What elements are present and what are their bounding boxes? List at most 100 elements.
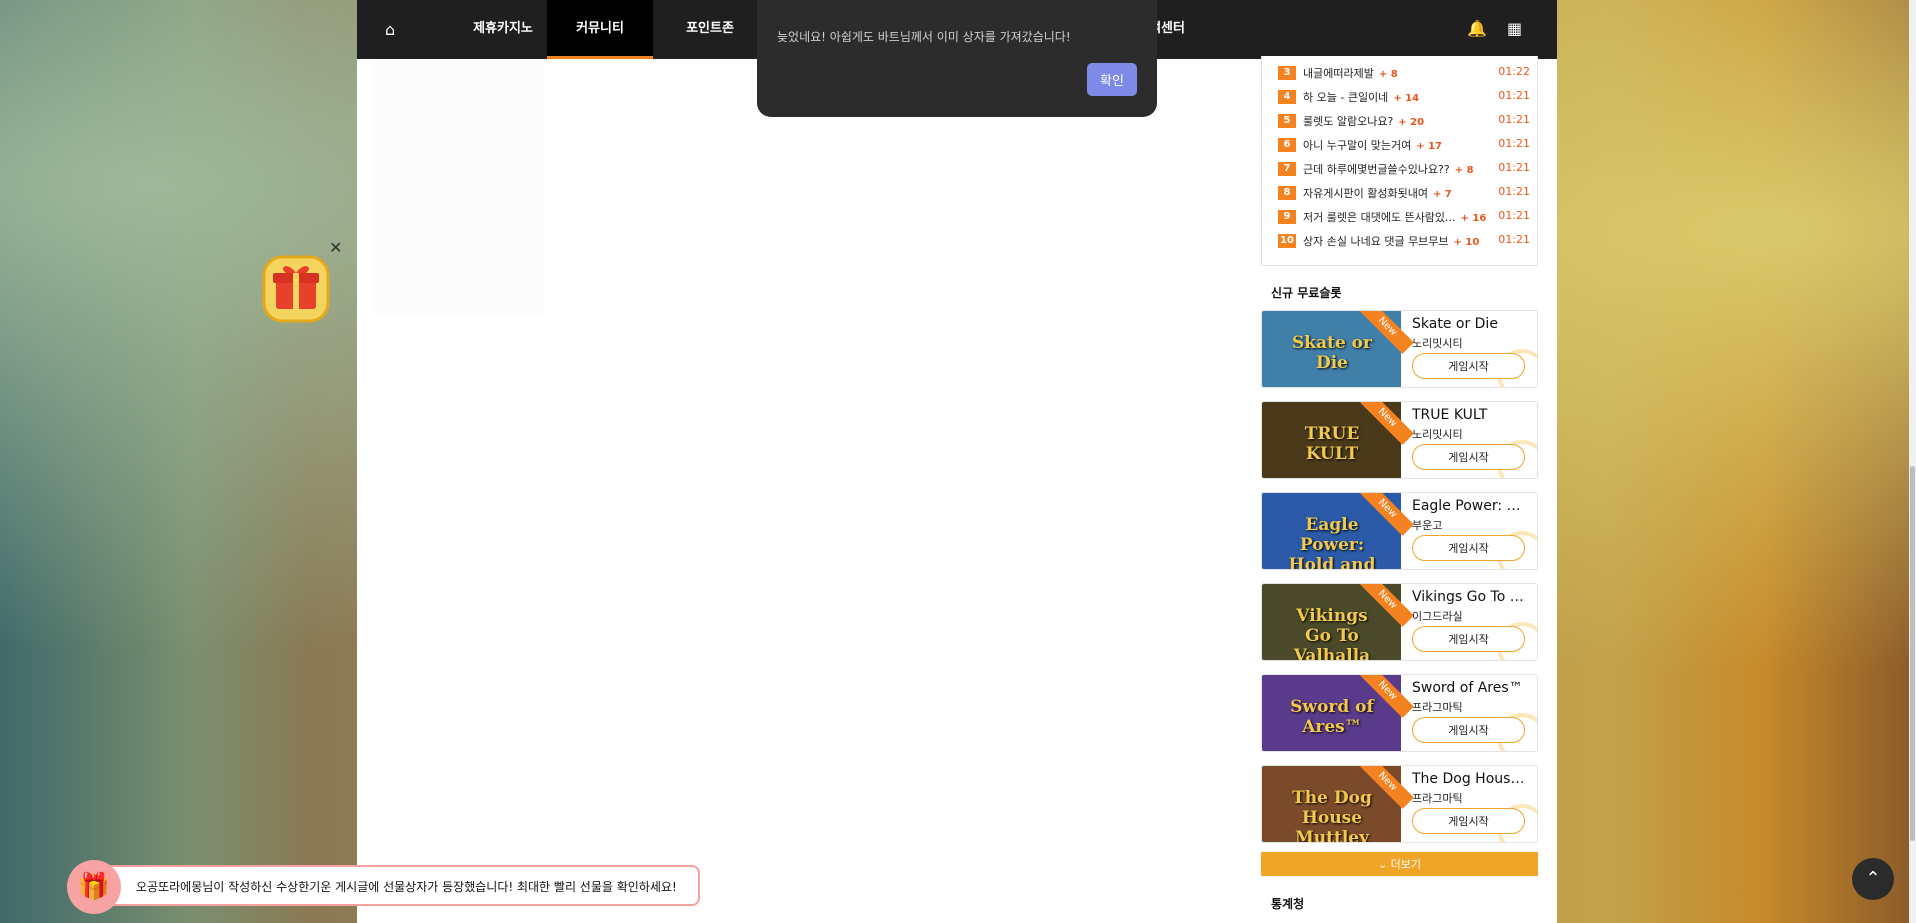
gift-icon: 🎁 <box>67 860 121 914</box>
slot-name: Sword of Ares™ <box>1412 680 1523 696</box>
slot-name: TRUE KULT <box>1412 407 1488 423</box>
rank-number: 9 <box>1278 210 1296 224</box>
slot-card[interactable]: Sword of Ares™ New Sword of Ares™ 프라그마틱 … <box>1261 674 1538 752</box>
alert-dialog: 늦었네요! 아쉽게도 바트님께서 이미 상자를 가져갔습니다! 확인 <box>757 0 1157 117</box>
post-title: 자유게시판이 활성화됫내여 <box>1303 187 1428 200</box>
slot-provider: 프라그마틱 <box>1412 701 1463 714</box>
comment-count: + 10 <box>1453 237 1480 248</box>
home-icon[interactable]: ⌂ <box>385 20 395 39</box>
nav-item-partner-casino[interactable]: 제휴카지노 <box>447 0 559 59</box>
post-title: 하 오늘 - 큰일이네 <box>1303 91 1389 104</box>
post-time: 01:21 <box>1498 233 1530 246</box>
post-title: 저거 룰렛은 대댓에도 뜬사람있... <box>1303 211 1456 224</box>
scrollbar-thumb[interactable] <box>1910 466 1915 841</box>
slot-thumbnail[interactable]: Vikings Go To Valhalla New <box>1262 584 1414 661</box>
rank-number: 8 <box>1278 186 1296 200</box>
play-game-button[interactable]: 게임시작 <box>1412 444 1525 470</box>
list-item[interactable]: 7 근데 하루에몇번글쓸수있나요?? + 8 01:21 <box>1278 158 1530 178</box>
rank-number: 3 <box>1278 66 1296 80</box>
comment-count: + 7 <box>1432 189 1452 200</box>
slot-thumbnail-title: The Dog House Muttley Crew <box>1292 788 1372 843</box>
slot-name: The Dog House Muttley Crew <box>1412 771 1530 787</box>
alert-message: 늦었네요! 아쉽게도 바트님께서 이미 상자를 가져갔습니다! <box>777 30 1071 44</box>
slot-provider: 노리밋시티 <box>1412 428 1463 441</box>
comment-count: + 20 <box>1398 117 1425 128</box>
slot-thumbnail[interactable]: The Dog House Muttley Crew New <box>1262 766 1414 843</box>
rank-number: 6 <box>1278 138 1296 152</box>
statistics-title: 통계청 <box>1271 897 1305 911</box>
new-slots-title: 신규 무료슬롯 <box>1271 286 1342 300</box>
post-title: 상자 손실 나네요 댓글 무브무브 <box>1303 235 1449 248</box>
scroll-to-top-button[interactable]: ⌃ <box>1852 858 1894 900</box>
play-game-button[interactable]: 게임시작 <box>1412 353 1525 379</box>
slot-thumbnail-title: Sword of Ares™ <box>1290 697 1374 737</box>
list-item[interactable]: 5 룰렛도 알람오나요? + 20 01:21 <box>1278 110 1530 130</box>
close-icon[interactable]: ✕ <box>329 238 342 257</box>
nav-item-point-zone[interactable]: 포인트존 <box>663 0 757 59</box>
empty-content-area <box>373 60 543 315</box>
list-item[interactable]: 9 저거 룰렛은 대댓에도 뜬사람있... + 16 01:21 <box>1278 206 1530 226</box>
post-time: 01:21 <box>1498 113 1530 126</box>
gift-notification-toast[interactable]: 오공또라에몽님이 작성하신 수상한기운 게시글에 선물상자가 등장했습니다! 최… <box>104 865 700 906</box>
post-title: 룰렛도 알람오나요? <box>1303 115 1394 128</box>
nav-item-community[interactable]: 커뮤니티 <box>547 0 653 59</box>
post-time: 01:21 <box>1498 209 1530 222</box>
post-time: 01:21 <box>1498 185 1530 198</box>
slot-name: Skate or Die <box>1412 316 1498 332</box>
slot-card[interactable]: The Dog House Muttley Crew New The Dog H… <box>1261 765 1538 843</box>
post-time: 01:21 <box>1498 137 1530 150</box>
slot-provider: 부운고 <box>1412 519 1443 532</box>
post-time: 01:22 <box>1498 65 1530 78</box>
slot-card[interactable]: Eagle Power: Hold and Win New Eagle Powe… <box>1261 492 1538 570</box>
comment-count: + 17 <box>1416 141 1442 152</box>
toast-message: 오공또라에몽님이 작성하신 수상한기운 게시글에 선물상자가 등장했습니다! 최… <box>136 880 677 894</box>
slot-thumbnail-title: Eagle Power: Hold and Win <box>1288 515 1376 570</box>
list-item[interactable]: 4 하 오늘 - 큰일이네 + 14 01:21 <box>1278 86 1530 106</box>
comment-count: + 8 <box>1454 165 1474 176</box>
more-button-label: 더보기 <box>1390 858 1422 871</box>
post-title: 아니 누구말이 맞는거여 <box>1303 139 1412 152</box>
slot-name: Eagle Power: Hold and Win <box>1412 498 1530 514</box>
post-title: 근데 하루에몇번글쓸수있나요?? <box>1303 163 1450 176</box>
rank-number: 7 <box>1278 162 1296 176</box>
slot-provider: 이그드라실 <box>1412 610 1463 623</box>
rank-number: 4 <box>1278 90 1296 104</box>
chevron-up-icon: ⌃ <box>1865 868 1881 889</box>
slot-thumbnail-title: Skate or Die <box>1292 333 1372 373</box>
slot-provider: 프라그마틱 <box>1412 792 1463 805</box>
comment-count: + 8 <box>1378 69 1398 80</box>
bell-icon[interactable]: 🔔 <box>1467 19 1487 38</box>
play-game-button[interactable]: 게임시작 <box>1412 535 1525 561</box>
comment-count: + 16 <box>1460 213 1487 224</box>
more-button[interactable]: ⌄ 더보기 <box>1261 852 1538 876</box>
slot-thumbnail[interactable]: Sword of Ares™ New <box>1262 675 1414 751</box>
post-time: 01:21 <box>1498 161 1530 174</box>
slot-name: Vikings Go To Valhalla <box>1412 589 1530 605</box>
slot-provider: 노리밋시티 <box>1412 337 1463 350</box>
play-game-button[interactable]: 게임시작 <box>1412 808 1525 834</box>
list-item[interactable]: 10 상자 손실 나네요 댓글 무브무브 + 10 01:21 <box>1278 230 1530 250</box>
slot-card[interactable]: Skate or Die New Skate or Die 노리밋시티 게임시작 <box>1261 310 1538 388</box>
slot-card[interactable]: Vikings Go To Valhalla New Vikings Go To… <box>1261 583 1538 661</box>
slot-thumbnail[interactable]: TRUE KULT New <box>1262 402 1414 478</box>
ok-button[interactable]: 확인 <box>1087 63 1137 96</box>
list-item[interactable]: 6 아니 누구말이 맞는거여 + 17 01:21 <box>1278 134 1530 154</box>
slot-thumbnail[interactable]: Eagle Power: Hold and Win New <box>1262 493 1414 570</box>
list-item[interactable]: 8 자유게시판이 활성화됫내여 + 7 01:21 <box>1278 182 1530 202</box>
rank-number: 10 <box>1278 234 1296 248</box>
slot-thumbnail[interactable]: Skate or Die New <box>1262 311 1414 387</box>
play-game-button[interactable]: 게임시작 <box>1412 626 1525 652</box>
gift-icon[interactable] <box>260 253 332 325</box>
slot-thumbnail-title: TRUE KULT <box>1304 424 1360 464</box>
post-time: 01:21 <box>1498 89 1530 102</box>
chevron-down-icon: ⌄ <box>1377 858 1391 871</box>
post-title: 내글에떠라제발 <box>1303 67 1374 80</box>
slot-thumbnail-title: Vikings Go To Valhalla <box>1293 606 1371 661</box>
play-game-button[interactable]: 게임시작 <box>1412 717 1525 743</box>
rank-number: 5 <box>1278 114 1296 128</box>
popular-posts-ranking: 3 내글에떠라제발 + 8 01:22 4 하 오늘 - 큰일이네 + 14 01:… <box>1261 56 1538 266</box>
comment-count: + 14 <box>1393 93 1420 104</box>
slot-card[interactable]: TRUE KULT New TRUE KULT 노리밋시티 게임시작 <box>1261 401 1538 479</box>
list-item[interactable]: 3 내글에떠라제발 + 8 01:22 <box>1278 62 1530 82</box>
grid-icon[interactable]: ▦ <box>1507 19 1522 38</box>
